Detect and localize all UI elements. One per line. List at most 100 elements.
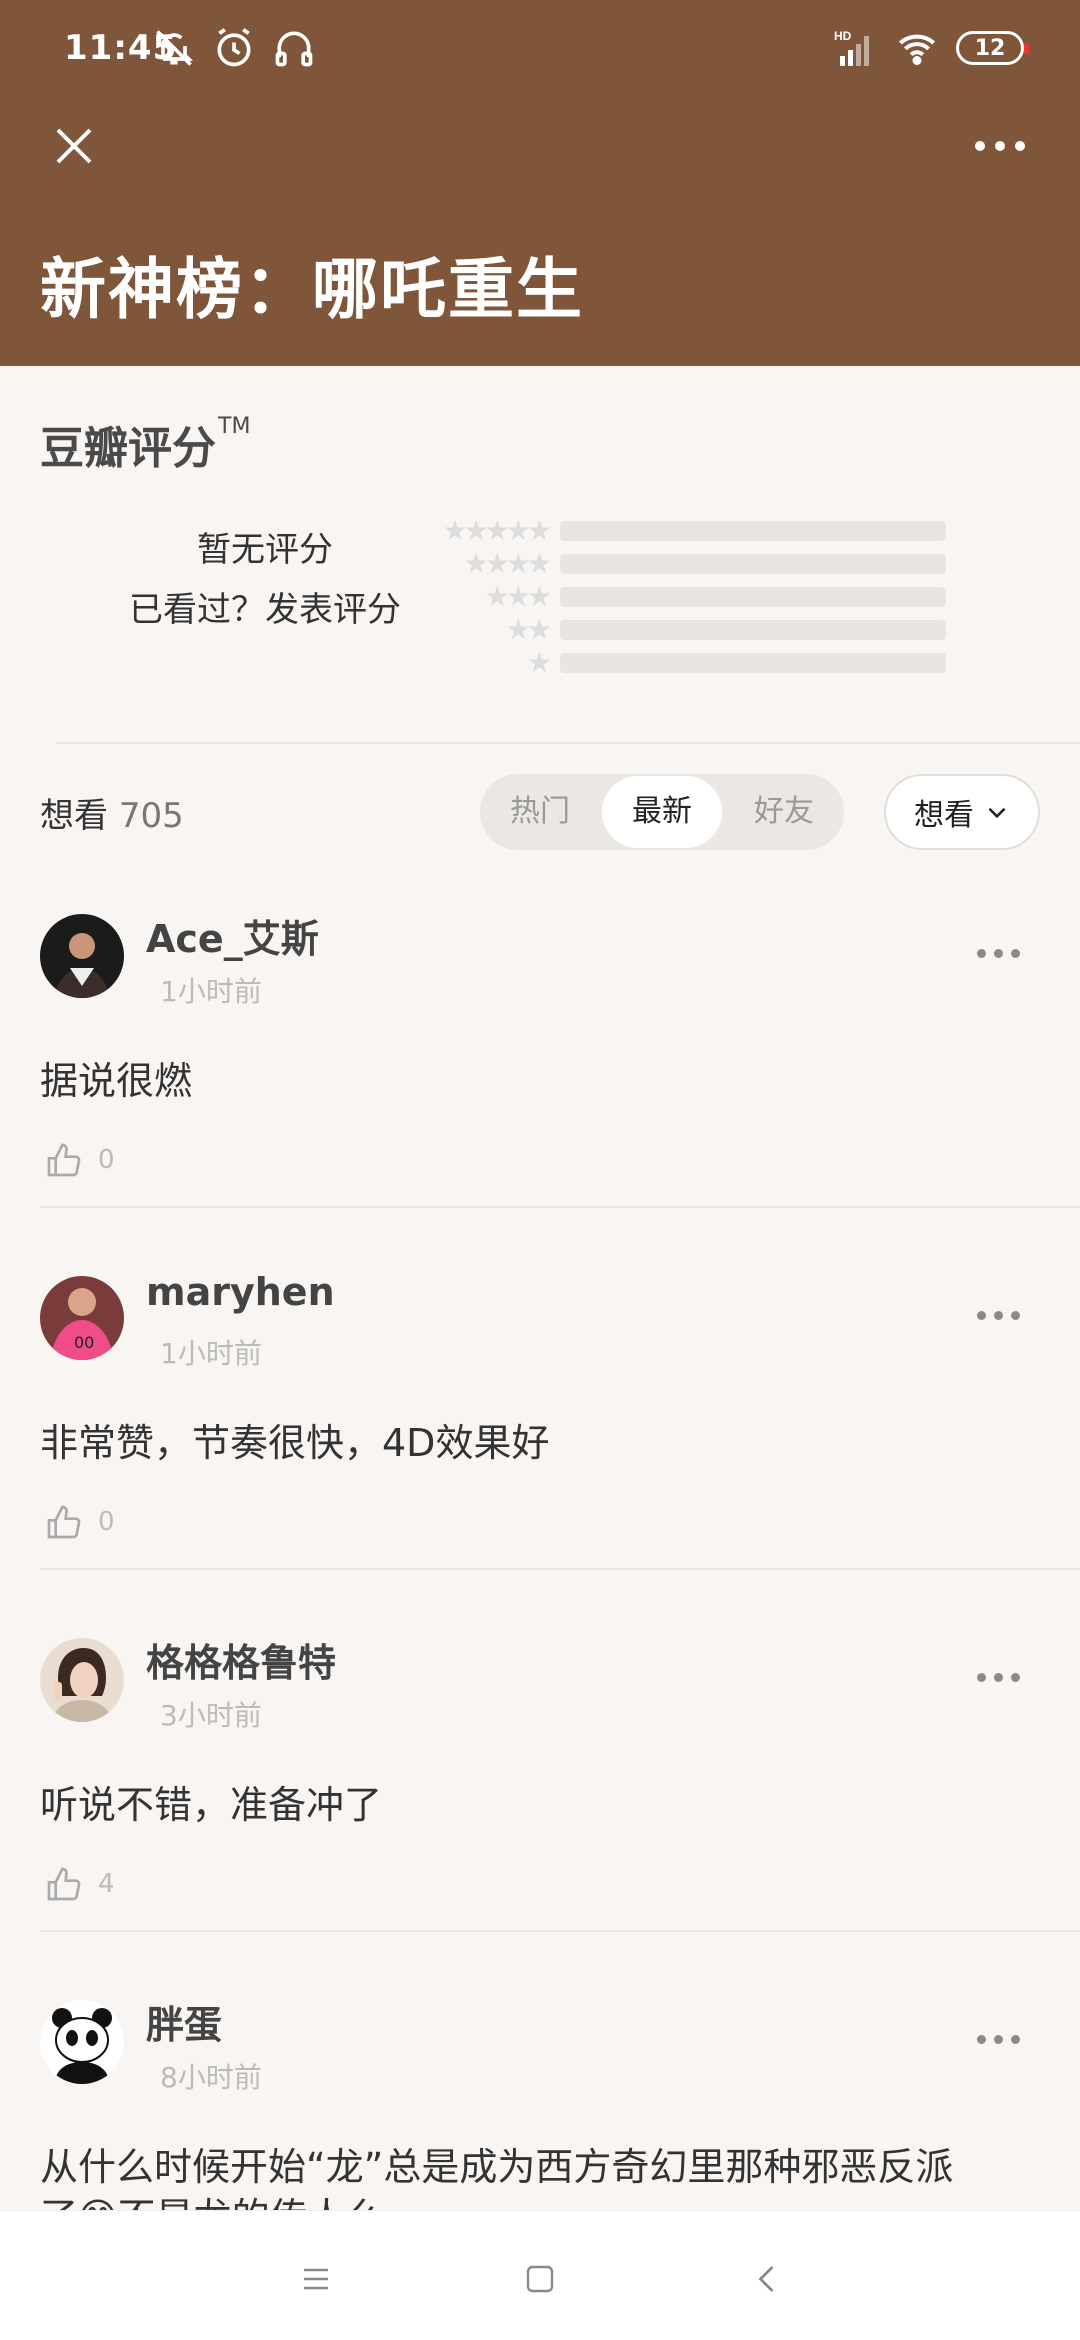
comment-more-button[interactable] (968, 2024, 1028, 2054)
more-icon-dot (995, 141, 1005, 151)
thumbs-up-icon (47, 1505, 81, 1539)
want-count: 想看 705 (40, 788, 184, 837)
rating-bar (560, 586, 946, 607)
username[interactable]: maryhen (146, 1270, 335, 1314)
star-icons: ★★★★★ (442, 514, 552, 547)
no-rating-block: 暂无评分 已看过？发表评分 (120, 520, 410, 640)
more-icon (976, 1672, 986, 1682)
rating-heading: 豆瓣评分TM (40, 412, 250, 476)
rating-bar (560, 520, 946, 541)
more-button[interactable] (960, 116, 1040, 176)
comment-time: 1小时前 (160, 1337, 262, 1370)
more-icon-dot (993, 1310, 1003, 1320)
rating-bar (560, 652, 946, 673)
comment-more-button[interactable] (968, 938, 1028, 968)
signal-icon: HD (834, 29, 869, 66)
more-icon (976, 1310, 986, 1320)
username[interactable]: 胖蛋 (146, 1994, 222, 2049)
comment-text: 听说不错，准备冲了 (40, 1783, 383, 1827)
comment-text: 从什么时候开始“龙”总是成为西方奇幻里那种邪恶反派 (40, 2145, 954, 2189)
more-icon-dot (1010, 1310, 1020, 1320)
rating-bar (560, 619, 946, 640)
more-icon-dot (1015, 141, 1025, 151)
sort-tabs: 热门 最新 好友 (480, 774, 844, 850)
like-button[interactable]: 4 (44, 1864, 115, 1904)
comment-text: 据说很燃 (40, 1059, 193, 1103)
comment-divider (40, 1930, 1080, 1932)
want-dropdown[interactable]: 想看 (884, 774, 1040, 850)
like-button[interactable]: 0 (44, 1502, 115, 1542)
star-icons: ★ (526, 646, 552, 679)
more-icon (975, 141, 985, 151)
mute-bell-icon (156, 30, 194, 66)
close-icon (56, 128, 92, 164)
svg-text:00: 00 (74, 1333, 94, 1352)
rating-row-4: ★★★★ (410, 547, 950, 580)
wifi-icon (899, 34, 935, 65)
thumbs-up-icon (47, 1143, 81, 1177)
tab-hot[interactable]: 热门 (480, 776, 600, 848)
home-square-icon (526, 2265, 554, 2293)
tab-latest[interactable]: 最新 (602, 776, 722, 848)
comment-time: 1小时前 (160, 975, 262, 1008)
want-number: 705 (118, 796, 184, 836)
like-count: 4 (98, 1869, 115, 1899)
thumbs-up-icon (47, 1867, 81, 1901)
rating-row-5: ★★★★★ (410, 514, 950, 547)
avatar[interactable] (40, 2000, 124, 2084)
headphones-icon (275, 31, 313, 67)
comment-more-button[interactable] (968, 1300, 1028, 1330)
comment-time: 8小时前 (160, 2061, 262, 2094)
rating-bar (560, 553, 946, 574)
chevron-down-icon (988, 807, 1006, 819)
more-icon-dot (1010, 2034, 1020, 2044)
menu-icon (304, 2268, 328, 2290)
more-icon-dot (993, 948, 1003, 958)
more-icon (976, 948, 986, 958)
comment-divider (40, 1206, 1080, 1208)
app-header: 11:45 HD 12 新神榜：哪吒重生 (0, 0, 1080, 366)
like-button[interactable]: 0 (44, 1140, 115, 1180)
status-icons (152, 26, 316, 70)
system-nav-bar (0, 2210, 1080, 2340)
avatar[interactable] (40, 914, 124, 998)
back-icon (758, 2266, 774, 2292)
more-icon-dot (1010, 1672, 1020, 1682)
section-divider (56, 742, 1080, 744)
more-icon (976, 2034, 986, 2044)
username[interactable]: 格格格鲁特 (146, 1632, 336, 1687)
status-bar: 11:45 HD 12 (0, 0, 1080, 100)
want-label: 想看 (40, 796, 108, 836)
avatar[interactable] (40, 1638, 124, 1722)
comment-text: 非常赞，节奏很快，4D效果好 (40, 1421, 550, 1465)
tab-friends[interactable]: 好友 (724, 776, 844, 848)
alarm-icon (217, 28, 251, 67)
nav-home-button[interactable] (512, 2251, 568, 2307)
close-button[interactable] (44, 116, 104, 176)
like-count: 0 (98, 1145, 115, 1175)
star-icons: ★★★ (484, 580, 552, 613)
avatar[interactable]: 00 (40, 1276, 124, 1360)
rating-heading-text: 豆瓣评分 (40, 423, 216, 474)
like-count: 0 (98, 1507, 115, 1537)
nav-back-button[interactable] (740, 2251, 796, 2307)
nav-menu-button[interactable] (288, 2251, 344, 2307)
comment-divider (40, 1568, 1080, 1570)
trademark-mark: TM (218, 414, 251, 439)
want-dropdown-label: 想看 (914, 798, 974, 833)
svg-text:HD: HD (834, 29, 852, 43)
star-icons: ★★ (505, 613, 552, 646)
rate-prompt-link[interactable]: 已看过？发表评分 (120, 580, 410, 640)
comment-time: 3小时前 (160, 1699, 262, 1732)
comment-more-button[interactable] (968, 1662, 1028, 1692)
rating-row-3: ★★★ (410, 580, 950, 613)
no-rating-text: 暂无评分 (197, 530, 333, 570)
status-right: HD 12 (834, 28, 1029, 68)
rating-row-1: ★ (410, 646, 950, 679)
star-icons: ★★★★ (463, 547, 552, 580)
username[interactable]: Ace_艾斯 (146, 908, 319, 963)
rating-row-2: ★★ (410, 613, 950, 646)
page-title: 新神榜：哪吒重生 (40, 251, 584, 328)
more-icon-dot (993, 2034, 1003, 2044)
rating-distribution: ★★★★★ ★★★★ ★★★ ★★ ★ (410, 514, 950, 679)
